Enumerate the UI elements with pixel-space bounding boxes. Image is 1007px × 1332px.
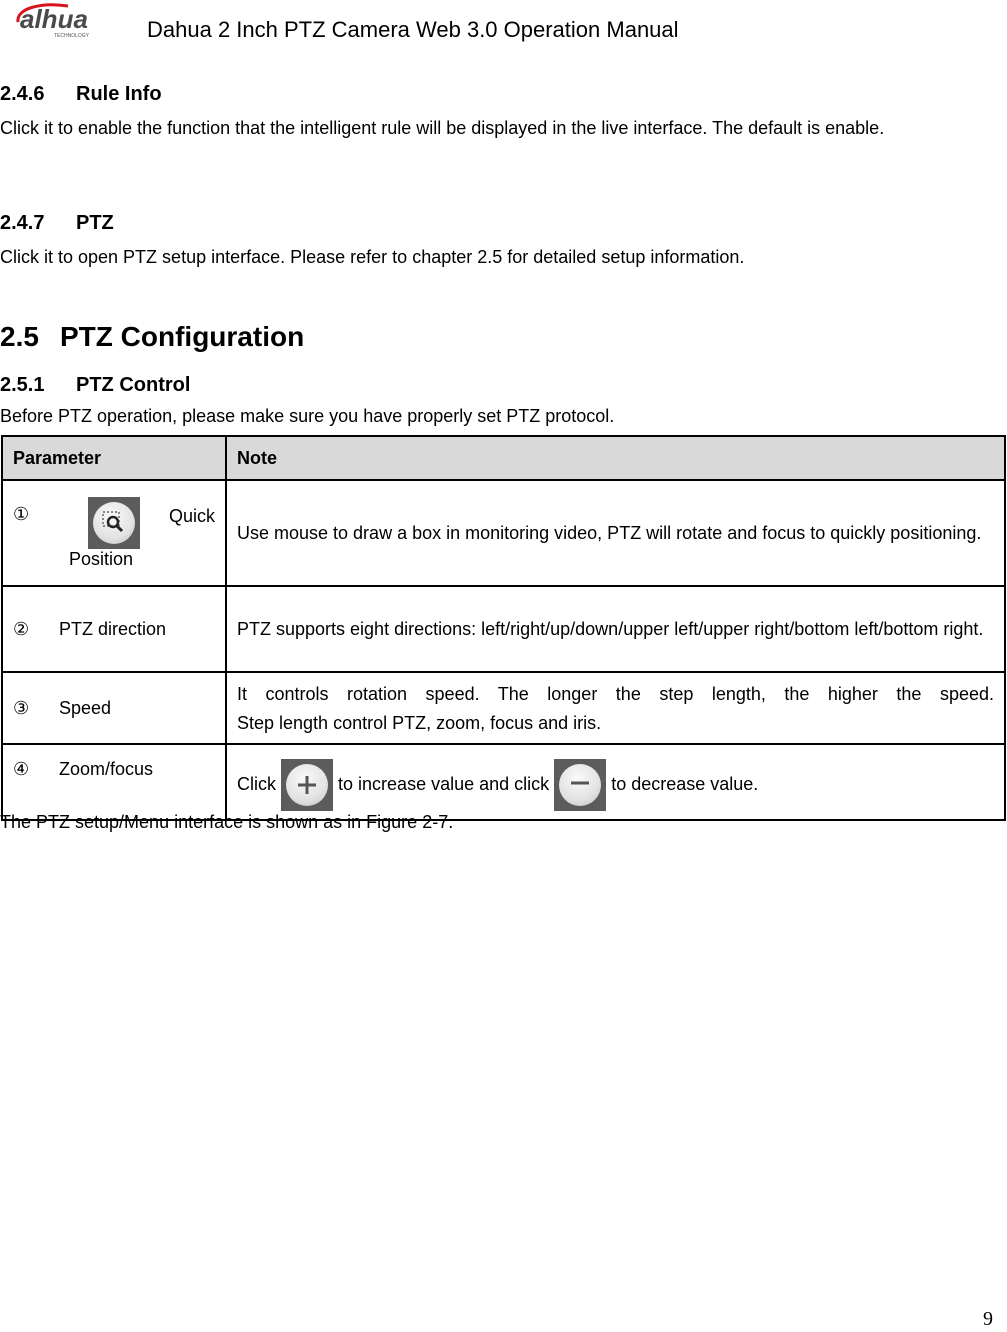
- note-line: Step length control PTZ, zoom, focus and…: [237, 713, 602, 733]
- heading-2-4-7: 2.4.7 PTZ: [0, 212, 114, 235]
- param-cell: ② PTZ direction: [1, 585, 227, 673]
- param-name-part1: Quick: [168, 505, 215, 526]
- section-title: PTZ Configuration: [60, 321, 305, 352]
- logo-wordmark: alhua: [20, 4, 88, 34]
- param-name: Speed: [59, 697, 112, 718]
- row-marker: ③: [13, 697, 30, 718]
- paragraph-ptz: Click it to open PTZ setup interface. Pl…: [0, 247, 745, 267]
- section-number: 2.4.6: [0, 83, 45, 105]
- table-row: ② PTZ direction PTZ supports eight direct…: [1, 585, 1006, 673]
- param-name: Zoom/focus: [59, 759, 154, 779]
- heading-2-4-6: 2.4.6 Rule Info: [0, 83, 162, 106]
- note-text: to increase value and click: [338, 773, 550, 794]
- heading-2-5: 2.5 PTZ Configuration: [0, 321, 304, 353]
- page-number: 9: [983, 1308, 993, 1330]
- note-text: to decrease value.: [611, 773, 759, 794]
- paragraph-figure-reference: The PTZ setup/Menu interface is shown as…: [0, 812, 454, 832]
- document-title: Dahua 2 Inch PTZ Camera Web 3.0 Operatio…: [147, 17, 679, 42]
- plus-icon: [281, 759, 334, 811]
- paragraph-ptz-control: Before PTZ operation, please make sure y…: [0, 406, 615, 426]
- dahua-logo: alhua TECHNOLOGY: [16, 3, 90, 39]
- note-text: Click: [237, 773, 276, 794]
- table-row: ③ Speed It controls rotation speed. The l…: [1, 671, 1006, 745]
- note-cell: Use mouse to draw a box in monitoring vi…: [225, 479, 1006, 587]
- header-note: Note: [225, 435, 1006, 481]
- parameter-table: Parameter Note ① Quick Position Use mous…: [1, 435, 1006, 821]
- table-row: ① Quick Position Use mouse to draw a box…: [1, 479, 1006, 587]
- param-name: PTZ direction: [59, 618, 167, 639]
- row-marker: ①: [13, 503, 30, 524]
- param-cell: ① Quick Position: [1, 479, 227, 587]
- param-name-part2: Position: [69, 548, 134, 569]
- param-cell: ③ Speed: [1, 671, 227, 745]
- section-title: PTZ: [76, 212, 114, 234]
- section-number: 2.5.1: [0, 374, 45, 396]
- heading-2-5-1: 2.5.1 PTZ Control: [0, 374, 190, 397]
- table-header-row: Parameter Note: [1, 435, 1006, 481]
- minus-icon: [554, 759, 607, 811]
- section-title: PTZ Control: [76, 374, 191, 396]
- paragraph-rule-info: Click it to enable the function that the…: [0, 118, 885, 138]
- row-marker: ④: [13, 759, 30, 779]
- note-cell: PTZ supports eight directions: left/righ…: [225, 585, 1006, 673]
- section-number: 2.5: [0, 321, 39, 352]
- header-parameter: Parameter: [1, 435, 227, 481]
- note-cell: It controls rotation speed. The longer t…: [225, 671, 1006, 745]
- quick-position-icon: [87, 496, 140, 549]
- section-number: 2.4.7: [0, 212, 45, 234]
- section-title: Rule Info: [76, 83, 162, 105]
- note-line: It controls rotation speed. The longer t…: [237, 684, 994, 704]
- page-header: alhua TECHNOLOGY Dahua 2 Inch PTZ Camera…: [0, 0, 1007, 60]
- logo-subtext: TECHNOLOGY: [54, 33, 90, 39]
- row-marker: ②: [13, 618, 30, 639]
